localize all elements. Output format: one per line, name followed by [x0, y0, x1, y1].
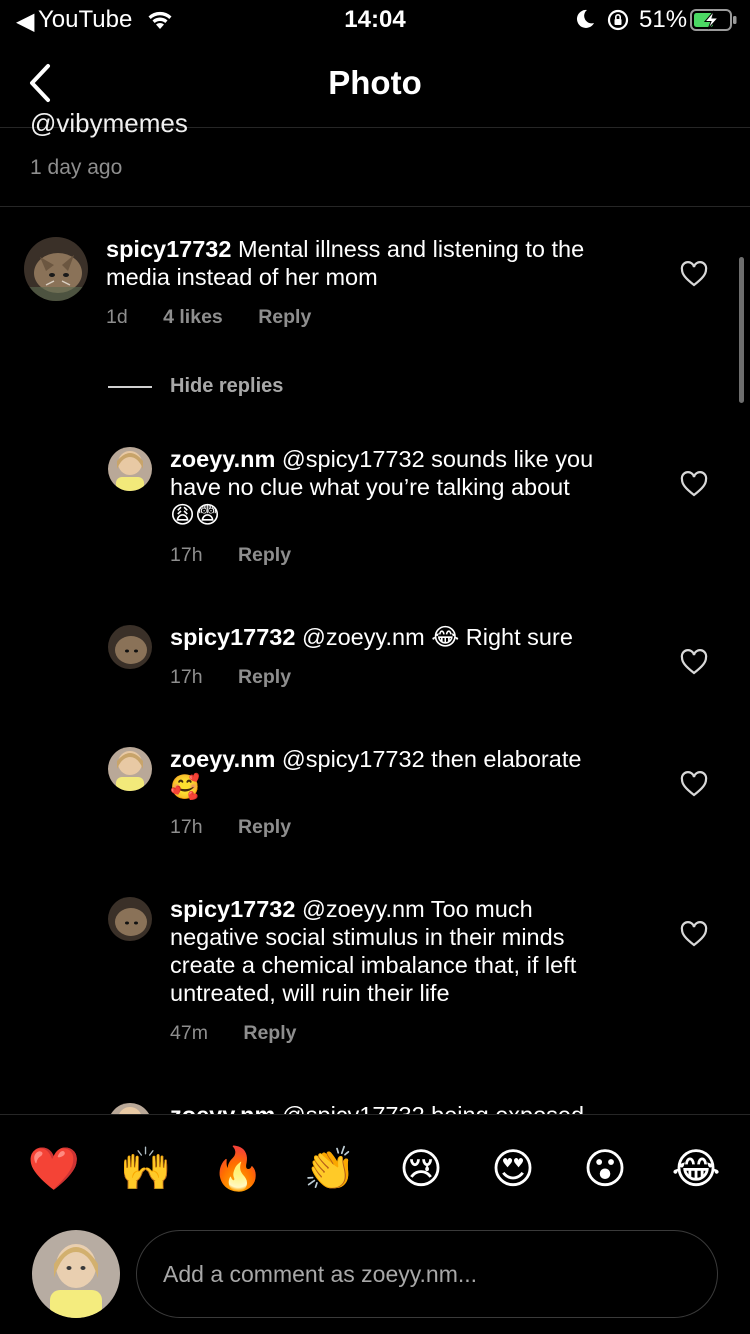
reply-body: zoeyy.nm @spicy17732 sounds like you hav… [170, 445, 640, 530]
clock: 14:04 [344, 6, 406, 33]
comment-text-line2: media instead of her mom [106, 264, 378, 290]
my-avatar [32, 1230, 120, 1318]
emoji-surprised-button[interactable]: 😮 [575, 1140, 635, 1198]
scrollbar[interactable] [739, 257, 744, 403]
reply-text-line2: have no clue what you’re talking about [170, 474, 570, 500]
reply-username[interactable]: zoeyy.nm [170, 446, 275, 472]
reply-text-line2: negative social stimulus in their minds [170, 924, 565, 950]
hide-replies-line [108, 386, 152, 388]
reply-time: 17h [170, 816, 203, 838]
reply-text: @zoeyy.nm Too much [301, 896, 533, 922]
reply-body: zoeyy.nm @spicy17732 then elaborate 🥰 [170, 745, 640, 802]
reply-meta: 47m Reply [170, 1022, 326, 1045]
reply-username[interactable]: zoeyy.nm [170, 1102, 275, 1114]
emoji-heart-button[interactable]: ❤️ [24, 1140, 84, 1198]
emoji-raised-hands-button[interactable]: 🙌 [116, 1140, 176, 1198]
reply-text: @spicy17732 then elaborate [281, 746, 582, 772]
reply-time: 47m [170, 1022, 208, 1044]
emoji-crying-button[interactable]: 😢 [391, 1140, 451, 1198]
like-heart-icon[interactable] [680, 261, 708, 287]
reply-body: spicy17732 @zoeyy.nm 😂 Right sure [170, 623, 640, 652]
battery-percent: 51% [639, 6, 688, 33]
reply-button[interactable]: Reply [243, 1022, 296, 1044]
rotation-lock-icon [607, 9, 629, 31]
likes-count[interactable]: 4 likes [163, 306, 223, 328]
reply-meta: 17h Reply [170, 816, 321, 839]
reply-username[interactable]: spicy17732 [170, 624, 295, 650]
emoji-laughing-button[interactable]: 😂 [666, 1140, 726, 1198]
page-title: Photo [328, 64, 422, 101]
avatar-zoeyy-nm[interactable] [108, 747, 152, 791]
reply-username[interactable]: zoeyy.nm [170, 746, 275, 772]
reply-emojis: 😩😨 [170, 502, 221, 529]
comment-meta: 1d 4 likes Reply [106, 306, 341, 329]
avatar-spicy17732[interactable] [108, 625, 152, 669]
reply-mention[interactable]: @zoeyy.nm [302, 624, 425, 650]
like-heart-icon[interactable] [680, 649, 708, 675]
reply-meta: 17h Reply [170, 544, 321, 567]
comment-username[interactable]: spicy17732 [106, 236, 231, 262]
reply-button[interactable]: Reply [238, 816, 291, 838]
reply-text-line4: untreated, will ruin their life [170, 980, 450, 1006]
reply-text: Right sure [465, 624, 573, 650]
reply-button[interactable]: Reply [238, 666, 291, 688]
avatar-zoeyy-nm[interactable] [108, 1103, 152, 1114]
reply-body: spicy17732 @zoeyy.nm Too much negative s… [170, 895, 650, 1007]
reply-time: 17h [170, 666, 203, 688]
reply-text-line3: create a chemical imbalance that, if lef… [170, 952, 577, 978]
comment-body: spicy17732 Mental illness and listening … [106, 235, 666, 291]
like-heart-icon[interactable] [680, 471, 708, 497]
avatar-spicy17732[interactable] [24, 237, 88, 301]
avatar-zoeyy-nm[interactable] [108, 447, 152, 491]
reply-button[interactable]: Reply [258, 306, 311, 328]
reply-button[interactable]: Reply [238, 544, 291, 566]
comment-text: Mental illness and listening to the [237, 236, 585, 262]
reply-meta: 17h Reply [170, 666, 321, 689]
reply-time: 17h [170, 544, 203, 566]
emoji-fire-button[interactable]: 🔥 [208, 1140, 268, 1198]
reply-emoji: 😂 [431, 624, 460, 651]
quick-emoji-bar: ❤️ 🙌 🔥 👏 😢 😍 😮 😂 [0, 1140, 750, 1198]
caption-timestamp: 1 day ago [30, 156, 123, 179]
emoji-clap-button[interactable]: 👏 [300, 1140, 360, 1198]
hide-replies-label: Hide replies [170, 375, 284, 397]
caption-mention[interactable]: @vibymemes [30, 108, 188, 139]
reply-emoji: 🥰 [170, 774, 200, 801]
avatar-spicy17732[interactable] [108, 897, 152, 941]
comment-input[interactable]: Add a comment as zoeyy.nm... [136, 1230, 718, 1318]
reply-text: @spicy17732 being exposed [282, 1102, 584, 1114]
comment-input-placeholder: Add a comment as zoeyy.nm... [163, 1261, 478, 1287]
like-heart-icon[interactable] [680, 771, 708, 797]
status-bar: ◀ YouTube 14:04 51% [0, 0, 750, 42]
reply-text: @spicy17732 sounds like you [281, 446, 594, 472]
caption-text: @vibymemes [30, 104, 720, 142]
reply-body: zoeyy.nm @spicy17732 being exposed [170, 1101, 650, 1114]
do-not-disturb-icon [576, 9, 594, 28]
battery-charging-icon [690, 9, 737, 31]
reply-username[interactable]: spicy17732 [170, 896, 295, 922]
emoji-heart-eyes-button[interactable]: 😍 [483, 1140, 543, 1198]
like-heart-icon[interactable] [680, 921, 708, 947]
comments-list[interactable]: spicy17732 Mental illness and listening … [0, 207, 750, 1114]
comment-time: 1d [106, 306, 128, 328]
divider [0, 1114, 750, 1115]
